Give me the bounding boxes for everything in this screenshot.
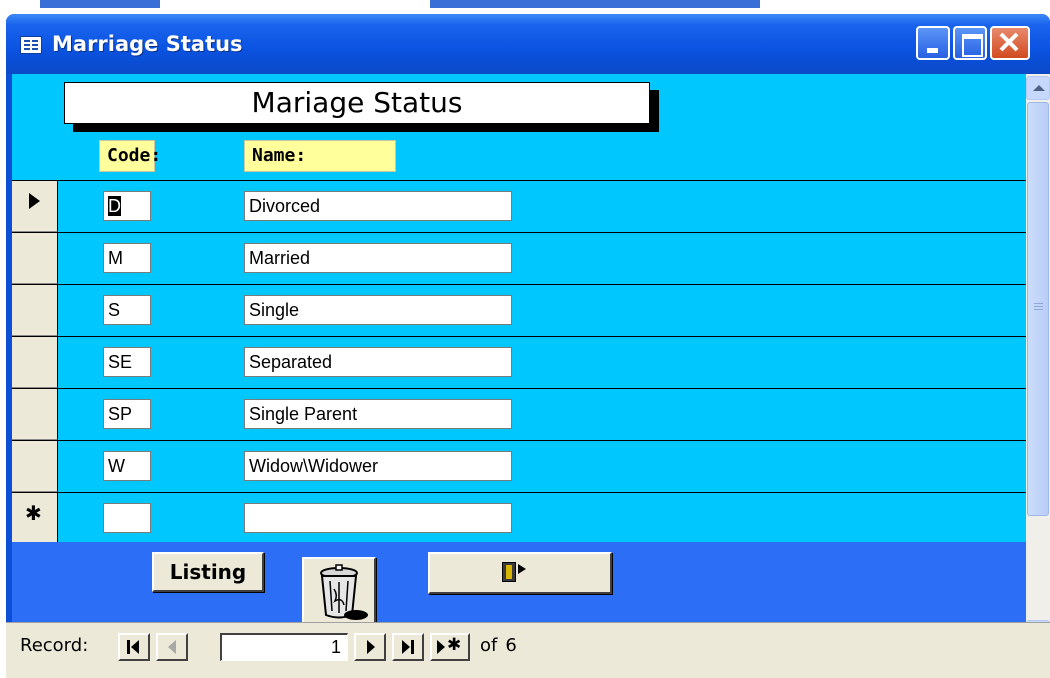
of-label: of: [480, 635, 498, 656]
vertical-scrollbar[interactable]: [1026, 74, 1050, 646]
table-row: S Single: [12, 284, 1026, 336]
record-count: of 6: [480, 635, 517, 656]
table-row: M Married: [12, 232, 1026, 284]
code-field[interactable]: W: [103, 451, 151, 481]
new-record-selector[interactable]: [12, 493, 58, 542]
record-selector[interactable]: [12, 285, 58, 336]
maximize-button[interactable]: [953, 26, 987, 60]
name-field[interactable]: [244, 503, 512, 533]
taskbar-segment: [430, 0, 760, 8]
code-field[interactable]: SP: [103, 399, 151, 429]
name-field[interactable]: Single Parent: [244, 399, 512, 429]
code-field[interactable]: M: [103, 243, 151, 273]
listing-button[interactable]: Listing: [152, 552, 264, 592]
new-record-row: [12, 492, 1026, 542]
table-row: W Widow\Widower: [12, 440, 1026, 492]
last-record-button[interactable]: [392, 633, 424, 661]
taskbar-segment: [40, 0, 160, 8]
code-field[interactable]: SE: [103, 347, 151, 377]
close-button[interactable]: [990, 26, 1030, 60]
name-field[interactable]: Married: [244, 243, 512, 273]
record-label: Record:: [20, 635, 89, 656]
name-field[interactable]: Single: [244, 295, 512, 325]
record-number-input[interactable]: 1: [220, 633, 348, 661]
form-icon[interactable]: [20, 36, 42, 54]
window-title: Marriage Status: [52, 32, 243, 56]
record-navigation-bar: Record: 1 of 6: [6, 622, 1050, 678]
record-total: 6: [505, 635, 517, 656]
table-row: SE Separated: [12, 336, 1026, 388]
record-selector[interactable]: [12, 181, 58, 232]
code-field[interactable]: [103, 503, 151, 533]
record-selector[interactable]: [12, 233, 58, 284]
scroll-thumb[interactable]: [1027, 102, 1049, 516]
trash-can-icon: [320, 564, 368, 620]
first-record-button[interactable]: [118, 633, 150, 661]
record-selector[interactable]: [12, 389, 58, 440]
table-row: D Divorced: [12, 180, 1026, 232]
close-icon: [999, 32, 1019, 52]
name-column-header: Name:: [244, 140, 396, 172]
form-detail-area: Mariage Status Code: Name: D Divorced M …: [12, 74, 1026, 542]
code-field[interactable]: S: [103, 295, 151, 325]
exit-door-icon: [502, 562, 516, 582]
previous-record-button[interactable]: [156, 633, 188, 661]
form-footer: Listing: [12, 542, 1026, 627]
table-row: SP Single Parent: [12, 388, 1026, 440]
next-record-button[interactable]: [354, 633, 386, 661]
form-header-label: Mariage Status: [64, 82, 650, 124]
name-field[interactable]: Separated: [244, 347, 512, 377]
marriage-status-window: Marriage Status Mariage Status Code: Nam…: [6, 14, 1050, 678]
exit-button[interactable]: [428, 552, 612, 594]
delete-button[interactable]: [302, 557, 376, 627]
name-field[interactable]: Divorced: [244, 191, 512, 221]
minimize-button[interactable]: [916, 26, 950, 60]
new-record-button[interactable]: [430, 633, 470, 661]
exit-arrow-icon: [518, 564, 526, 574]
desktop-background-strip: [0, 0, 1050, 14]
code-column-header: Code:: [99, 140, 161, 172]
record-selector[interactable]: [12, 441, 58, 492]
name-field[interactable]: Widow\Widower: [244, 451, 512, 481]
title-bar[interactable]: Marriage Status: [6, 14, 1050, 74]
record-selector[interactable]: [12, 337, 58, 388]
code-field[interactable]: D: [103, 191, 151, 221]
scroll-up-button[interactable]: [1026, 76, 1050, 100]
